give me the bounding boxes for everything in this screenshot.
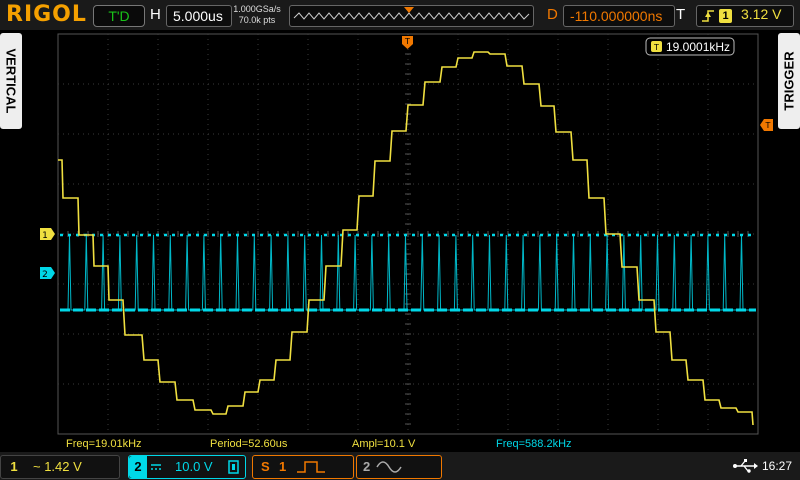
measurement-row: Freq=19.01kHz Period=52.60us Ampl=10.1 V… [0, 436, 800, 452]
measure-freq: Freq=19.01kHz [66, 438, 142, 450]
sine-wave-icon [376, 461, 402, 473]
bandwidth-limit-icon [228, 460, 239, 474]
trigger-label: T [676, 6, 686, 23]
ch2-scale-value: 10.0 V [175, 459, 213, 474]
memory-waveform-icon [293, 7, 530, 20]
svg-text:T: T [765, 121, 771, 130]
math-channel-panel[interactable]: S 1 [252, 455, 354, 479]
memory-waveform-bar[interactable] [289, 5, 534, 27]
delay-value[interactable]: -110.000000ns [563, 5, 675, 27]
dc-coupling-icon [151, 464, 161, 470]
math-label: S [261, 459, 270, 474]
trigger-source-badge: 1 [719, 9, 732, 23]
ch1-number: 1 [10, 459, 18, 474]
bottom-channel-bar: 1 ~ 1.42 V 2 10.0 V S 1 2 16:27 [0, 452, 800, 480]
waveform-display[interactable]: T 1 2 T T 19.0001kHz [0, 30, 800, 436]
trigger-level-marker[interactable]: T [760, 119, 773, 131]
svg-text:T: T [404, 37, 410, 46]
math-number: 1 [279, 459, 287, 474]
measure-period: Period=52.60us [210, 438, 288, 450]
ref-number: 2 [363, 459, 371, 474]
ref-channel-panel[interactable]: 2 [356, 455, 442, 479]
ch2-scale-panel[interactable]: 2 10.0 V [128, 455, 246, 479]
rising-edge-icon [702, 10, 714, 22]
measure-ampl: Ampl=10.1 V [352, 438, 416, 450]
square-wave-icon [297, 461, 325, 473]
svg-text:T: T [653, 43, 659, 52]
clock-time: 16:27 [762, 459, 793, 473]
svg-text:1: 1 [42, 231, 48, 241]
brand-logo: RIGOL [6, 2, 87, 27]
ch1-scale-panel[interactable]: 1 ~ 1.42 V [0, 455, 120, 479]
timebase-value[interactable]: 5.000us [166, 5, 232, 27]
ch2-number: 2 [129, 456, 147, 478]
sample-rate: 1.000GSa/s [233, 4, 281, 14]
trigger-level-value: 3.12 V [741, 6, 782, 22]
timebase-label: H [150, 6, 161, 23]
frequency-counter: T 19.0001kHz [645, 37, 735, 56]
measure-freq-ch2: Freq=588.2kHz [496, 438, 572, 450]
memory-depth: 70.0k pts [238, 15, 276, 25]
ch2-offset-marker[interactable]: 2 [40, 267, 55, 280]
ch1-offset-marker[interactable]: 1 [40, 228, 55, 241]
trigger-settings[interactable]: 1 3.12 V [696, 5, 794, 27]
ch1-scale-value: ~ 1.42 V [33, 459, 82, 474]
svg-text:2: 2 [42, 270, 48, 280]
run-state-indicator[interactable]: T'D [93, 5, 145, 27]
svg-text:19.0001kHz: 19.0001kHz [666, 40, 730, 54]
delay-label: D [547, 6, 558, 23]
usb-icon [733, 459, 758, 473]
top-status-bar: RIGOL T'D H 5.000us 1.000GSa/s 70.0k pts… [0, 0, 800, 30]
